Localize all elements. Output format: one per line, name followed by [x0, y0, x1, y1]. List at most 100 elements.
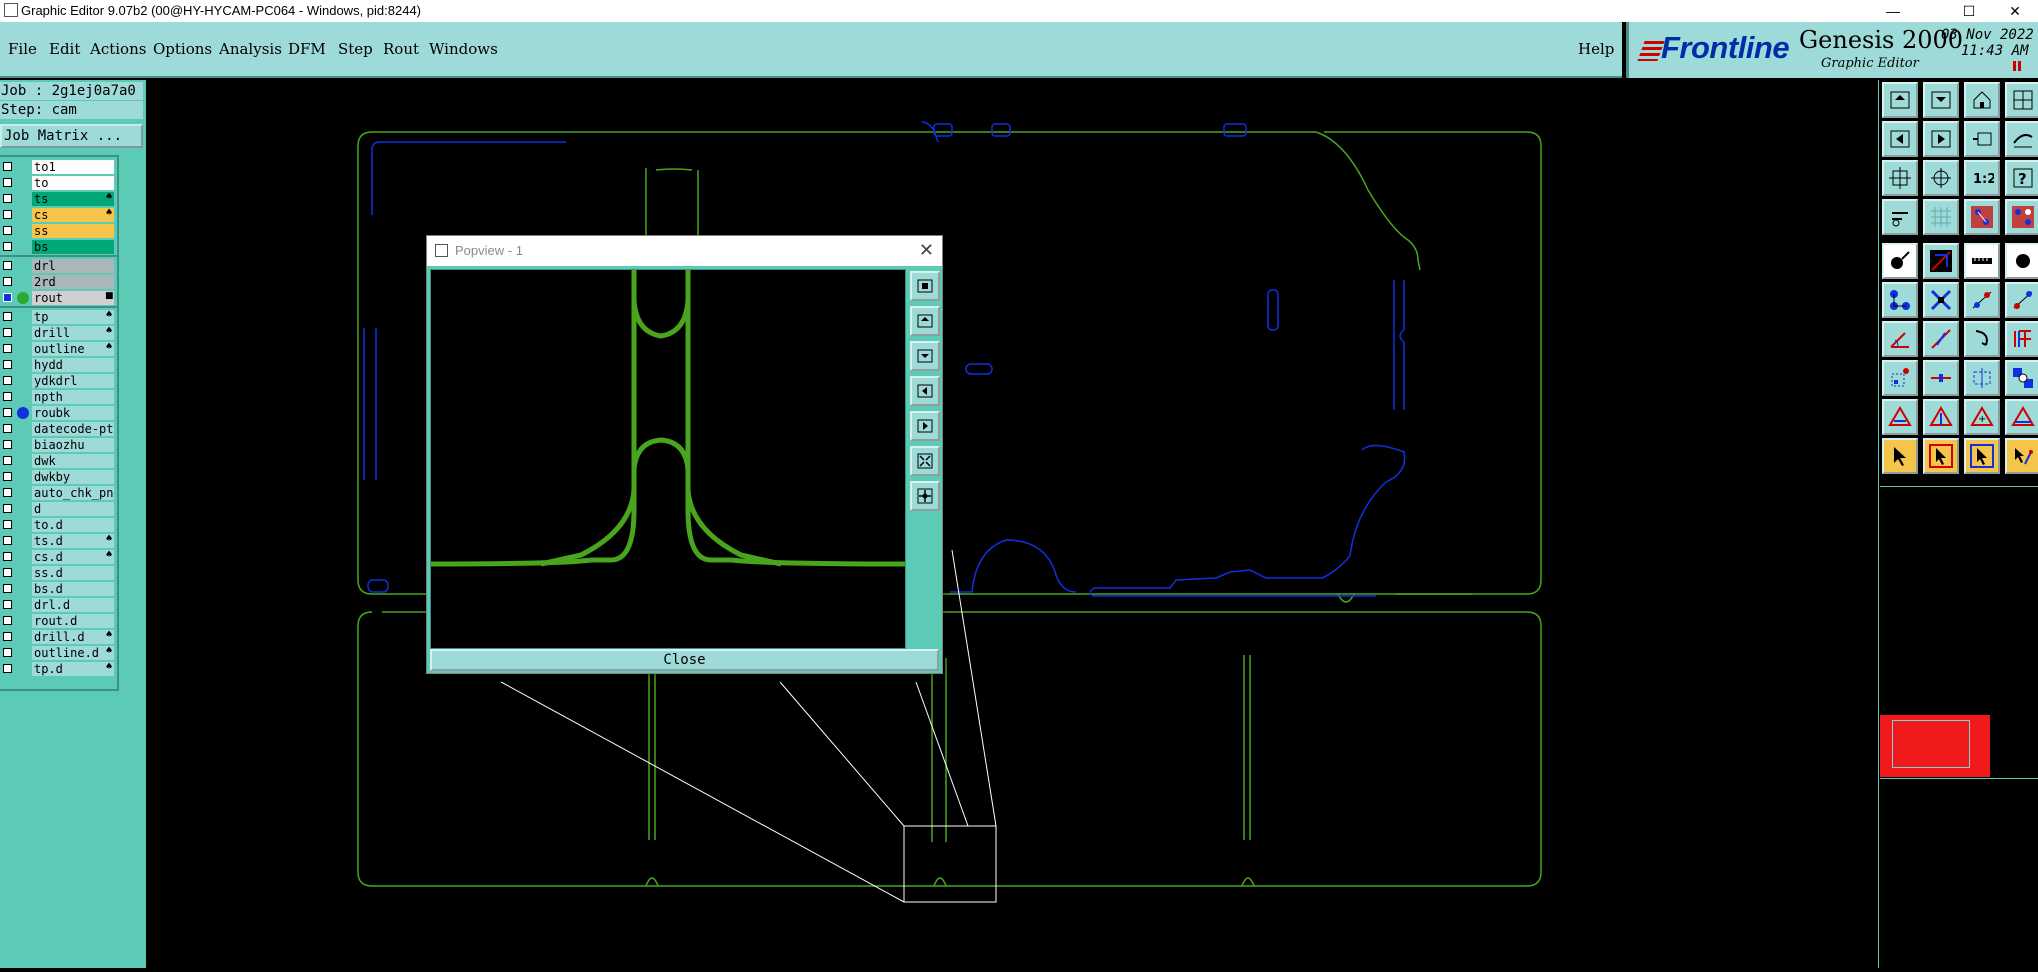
layer-compare-icon[interactable]: [1964, 199, 2000, 235]
menu-help[interactable]: Help: [1578, 40, 1614, 58]
layer-checkbox[interactable]: [3, 293, 12, 302]
layer-row-rout[interactable]: rout ■: [0, 291, 117, 306]
layer-checkbox[interactable]: [3, 568, 12, 577]
layer-checkbox[interactable]: [3, 664, 12, 673]
layer-row-to[interactable]: to: [0, 176, 117, 191]
layer-row-d[interactable]: d: [0, 502, 117, 517]
pan-right-icon[interactable]: [1923, 121, 1959, 157]
drc-icon[interactable]: [2005, 199, 2038, 235]
layer-checkbox[interactable]: [3, 312, 12, 321]
layer-row-2rd[interactable]: 2rd: [0, 275, 117, 290]
layer-row-ts-d[interactable]: ts.d ♠: [0, 534, 117, 549]
layer-checkbox[interactable]: [3, 488, 12, 497]
layer-row-drill[interactable]: drill ♠: [0, 326, 117, 341]
menu-step[interactable]: Step: [338, 40, 373, 58]
dot-icon[interactable]: [2005, 243, 2038, 279]
layer-row-cs-d[interactable]: cs.d ♠: [0, 550, 117, 565]
layer-checkbox[interactable]: [3, 162, 12, 171]
menu-analysis[interactable]: Analysis: [219, 40, 282, 58]
menu-edit[interactable]: Edit: [49, 40, 80, 58]
popview-zoom-out-icon[interactable]: [910, 341, 940, 371]
job-matrix-button[interactable]: Job Matrix ...: [0, 124, 143, 148]
zoom-in-icon[interactable]: [1923, 82, 1959, 118]
slant-node-icon[interactable]: [2005, 282, 2038, 318]
line-cross-icon[interactable]: [1923, 243, 1959, 279]
layer-checkbox[interactable]: [3, 536, 12, 545]
popview-pan-left-icon[interactable]: [910, 376, 940, 406]
layer-row-npth[interactable]: npth: [0, 390, 117, 405]
ruler-icon[interactable]: [1964, 243, 2000, 279]
layer-row-rout-d[interactable]: rout.d: [0, 614, 117, 629]
layer-row-drill-d[interactable]: drill.d ♠: [0, 630, 117, 645]
select-box-icon[interactable]: [1923, 438, 1959, 474]
grid-icon[interactable]: [1923, 199, 1959, 235]
fence-icon[interactable]: [2005, 321, 2038, 357]
line-slope-icon[interactable]: [1923, 321, 1959, 357]
maximize-button[interactable]: ☐: [1946, 0, 1992, 22]
layer-row-ss[interactable]: ss: [0, 224, 117, 239]
layer-checkbox[interactable]: [3, 456, 12, 465]
pan-left-icon[interactable]: [1882, 121, 1918, 157]
zoom-area-icon[interactable]: [1923, 160, 1959, 196]
layer-checkbox[interactable]: [3, 376, 12, 385]
layer-checkbox[interactable]: [3, 392, 12, 401]
layer-checkbox[interactable]: [3, 261, 12, 270]
layer-row-cs[interactable]: cs ♠: [0, 208, 117, 223]
layer-checkbox[interactable]: [3, 440, 12, 449]
help-icon[interactable]: ?: [2005, 160, 2038, 196]
popview-pan-right-icon[interactable]: [910, 411, 940, 441]
layer-row-to-d[interactable]: to.d: [0, 518, 117, 533]
layer-checkbox[interactable]: [3, 242, 12, 251]
layer-row-ydkdrl[interactable]: ydkdrl: [0, 374, 117, 389]
layer-checkbox[interactable]: [3, 226, 12, 235]
layer-checkbox[interactable]: [3, 632, 12, 641]
layer-row-tp-d[interactable]: tp.d ♠: [0, 662, 117, 677]
menu-windows[interactable]: Windows: [429, 40, 498, 58]
layer-checkbox[interactable]: [3, 648, 12, 657]
measure-icon[interactable]: [2005, 121, 2038, 157]
layer-row-dwk[interactable]: dwk: [0, 454, 117, 469]
tri-arrow-icon[interactable]: [1923, 399, 1959, 435]
net-icon[interactable]: [2005, 360, 2038, 396]
layer-checkbox[interactable]: [3, 520, 12, 529]
ratio-icon[interactable]: 1:2: [1964, 160, 2000, 196]
layer-row-outline-d[interactable]: outline.d ♠: [0, 646, 117, 661]
close-window-button[interactable]: ✕: [1992, 0, 2038, 22]
layer-row-outline[interactable]: outline ♠: [0, 342, 117, 357]
graphic-canvas[interactable]: [146, 80, 1878, 968]
menu-file[interactable]: File: [8, 40, 37, 58]
layer-row-biaozhu[interactable]: biaozhu: [0, 438, 117, 453]
layer-checkbox[interactable]: [3, 408, 12, 417]
layer-row-dwkby[interactable]: dwkby: [0, 470, 117, 485]
dash-icon[interactable]: [1923, 360, 1959, 396]
select-multi-icon[interactable]: [1964, 438, 2000, 474]
add-pad-icon[interactable]: [1882, 243, 1918, 279]
layer-checkbox[interactable]: [3, 616, 12, 625]
menu-options[interactable]: Options: [153, 40, 212, 58]
layer-row-tp[interactable]: tp ♠: [0, 310, 117, 325]
layer-checkbox[interactable]: [3, 552, 12, 561]
layer-checkbox[interactable]: [3, 584, 12, 593]
layer-checkbox[interactable]: [3, 360, 12, 369]
home-icon[interactable]: [1964, 82, 2000, 118]
intersect-icon[interactable]: [1923, 282, 1959, 318]
node-icon[interactable]: [1964, 282, 2000, 318]
layer-row-drl[interactable]: drl: [0, 259, 117, 274]
popview-expand-icon[interactable]: [910, 446, 940, 476]
tri-bar-icon[interactable]: [2005, 399, 2038, 435]
snap-icon[interactable]: [1882, 199, 1918, 235]
layer-checkbox[interactable]: [3, 328, 12, 337]
bracket-icon[interactable]: [1964, 360, 2000, 396]
pause-icon[interactable]: [2013, 61, 2021, 71]
angle-icon[interactable]: [1882, 321, 1918, 357]
board-overview[interactable]: [1880, 715, 1990, 777]
layer-checkbox[interactable]: [3, 210, 12, 219]
select-arrow-icon[interactable]: [1882, 438, 1918, 474]
tri-plus-icon[interactable]: +: [1964, 399, 2000, 435]
popview-zoom-fit-icon[interactable]: [910, 271, 940, 301]
zoom-home-icon[interactable]: [1882, 82, 1918, 118]
layer-checkbox[interactable]: [3, 472, 12, 481]
layer-checkbox[interactable]: [3, 344, 12, 353]
minimize-button[interactable]: —: [1870, 0, 1916, 22]
tri-icon[interactable]: [1882, 399, 1918, 435]
